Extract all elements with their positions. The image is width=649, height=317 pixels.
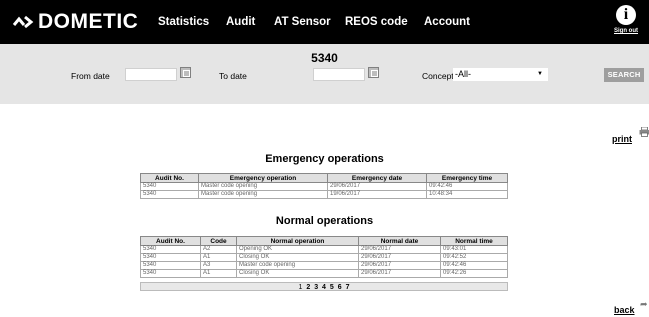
audit-no-cell: 5340 xyxy=(140,245,201,254)
date-cell: 29/06/2017 xyxy=(358,261,441,270)
page-link[interactable]: 1 xyxy=(298,284,302,291)
operation-cell: Closing OK xyxy=(236,253,359,262)
page-link[interactable]: 2 xyxy=(306,284,310,291)
search-button[interactable]: SEARCH xyxy=(604,68,644,82)
table-header-row: Audit No. Emergency operation Emergency … xyxy=(140,173,508,183)
concept-selected-value: -All- xyxy=(455,69,471,79)
date-cell: 19/06/2017 xyxy=(327,190,427,199)
column-header: Code xyxy=(200,236,237,246)
operation-cell: Closing OK xyxy=(236,269,359,278)
page-link[interactable]: 7 xyxy=(346,284,350,291)
to-date-input[interactable] xyxy=(313,68,365,81)
table-row: 5340 A3 Master code opening 29/06/2017 0… xyxy=(140,261,508,270)
column-header: Audit No. xyxy=(140,236,201,246)
print-link[interactable]: print xyxy=(612,134,632,144)
back-arrow-icon[interactable]: ➦ xyxy=(640,299,648,310)
date-cell: 29/06/2017 xyxy=(327,182,427,191)
date-cell: 29/06/2017 xyxy=(358,269,441,278)
page-link[interactable]: 5 xyxy=(330,284,334,291)
code-cell: A1 xyxy=(200,253,237,262)
normal-table: Audit No. Code Normal operation Normal d… xyxy=(140,236,508,278)
page-link[interactable]: 4 xyxy=(322,284,326,291)
dometic-logo[interactable]: DOMETIC xyxy=(12,10,139,33)
time-cell: 09:42:46 xyxy=(426,182,508,191)
table-row: 5340 A1 Closing OK 29/06/2017 09:42:26 xyxy=(140,269,508,278)
date-cell: 29/06/2017 xyxy=(358,245,441,254)
brand-name: DOMETIC xyxy=(38,10,139,33)
dropdown-arrow-icon: ▼ xyxy=(537,71,543,77)
code-cell: A2 xyxy=(200,245,237,254)
concept-select[interactable]: -All- ▼ xyxy=(453,68,548,81)
operation-cell: Master code opening xyxy=(198,190,328,199)
calendar-icon[interactable] xyxy=(368,67,379,78)
table-header-row: Audit No. Code Normal operation Normal d… xyxy=(140,236,508,246)
column-header: Normal operation xyxy=(236,236,359,246)
column-header: Emergency date xyxy=(327,173,427,183)
operation-cell: Master code opening xyxy=(198,182,328,191)
pagination: 1 2 3 4 5 6 7 xyxy=(140,282,508,291)
page-link[interactable]: 6 xyxy=(338,284,342,291)
time-cell: 10:48:34 xyxy=(426,190,508,199)
logo-chevrons-icon xyxy=(12,15,34,29)
normal-section-title: Normal operations xyxy=(275,215,374,227)
code-cell: A3 xyxy=(200,261,237,270)
from-date-input[interactable] xyxy=(125,68,177,81)
page-link[interactable]: 3 xyxy=(314,284,318,291)
emergency-section-title: Emergency operations xyxy=(265,153,384,165)
sign-out-button[interactable]: i Sign out xyxy=(612,5,640,34)
audit-no-cell: 5340 xyxy=(140,253,201,262)
sign-out-label: Sign out xyxy=(614,28,638,34)
nav-statistics[interactable]: Statistics xyxy=(158,0,209,44)
column-header: Emergency time xyxy=(426,173,508,183)
time-cell: 09:42:52 xyxy=(440,253,508,262)
time-cell: 09:42:46 xyxy=(440,261,508,270)
table-row: 5340 Master code opening 29/06/2017 09:4… xyxy=(140,182,508,191)
table-row: 5340 A1 Closing OK 29/06/2017 09:42:52 xyxy=(140,253,508,262)
operation-cell: Opening OK xyxy=(236,245,359,254)
time-cell: 09:43:01 xyxy=(440,245,508,254)
operation-cell: Master code opening xyxy=(236,261,359,270)
from-date-label: From date xyxy=(71,71,110,81)
printer-icon[interactable] xyxy=(639,127,649,137)
top-nav-bar: DOMETIC Statistics Audit AT Sensor REOS … xyxy=(0,0,649,44)
column-header: Normal date xyxy=(358,236,441,246)
audit-no-cell: 5340 xyxy=(140,269,201,278)
table-row: 5340 A2 Opening OK 29/06/2017 09:43:01 xyxy=(140,245,508,254)
code-cell: A1 xyxy=(200,269,237,278)
to-date-label: To date xyxy=(219,71,247,81)
audit-no-cell: 5340 xyxy=(140,190,199,199)
page-title: 5340 xyxy=(311,51,338,65)
column-header: Normal time xyxy=(440,236,508,246)
column-header: Emergency operation xyxy=(198,173,328,183)
concept-label: Concept xyxy=(422,71,454,81)
back-link[interactable]: back xyxy=(614,305,635,315)
emergency-table: Audit No. Emergency operation Emergency … xyxy=(140,173,508,199)
nav-reos-code[interactable]: REOS code xyxy=(345,0,408,44)
nav-account[interactable]: Account xyxy=(424,0,470,44)
audit-no-cell: 5340 xyxy=(140,182,199,191)
nav-audit[interactable]: Audit xyxy=(226,0,255,44)
audit-no-cell: 5340 xyxy=(140,261,201,270)
nav-at-sensor[interactable]: AT Sensor xyxy=(274,0,331,44)
table-row: 5340 Master code opening 19/06/2017 10:4… xyxy=(140,190,508,199)
date-cell: 29/06/2017 xyxy=(358,253,441,262)
time-cell: 09:42:26 xyxy=(440,269,508,278)
calendar-icon[interactable] xyxy=(180,67,191,78)
info-icon: i xyxy=(616,5,636,25)
column-header: Audit No. xyxy=(140,173,199,183)
